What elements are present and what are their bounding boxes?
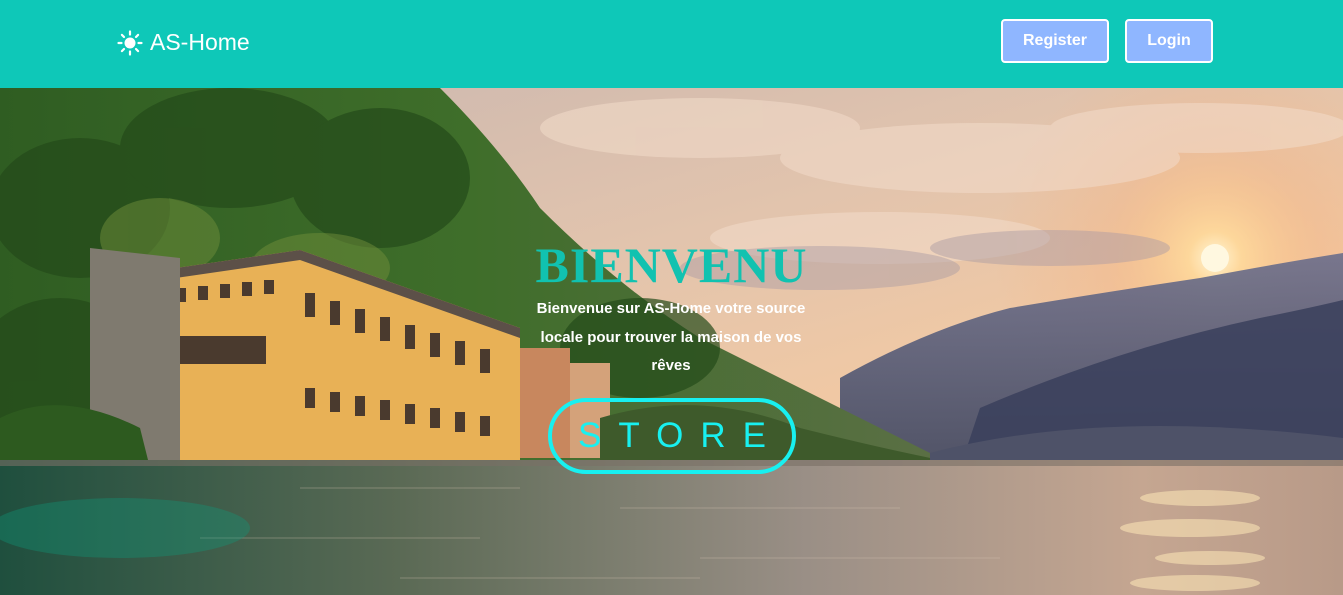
hero-section: BIENVENU Bienvenue sur AS-Home votre sou… bbox=[0, 88, 1343, 595]
login-button[interactable]: Login bbox=[1125, 19, 1213, 63]
navbar: AS-Home Register Login bbox=[0, 0, 1343, 88]
hero-subtitle: Bienvenue sur AS-Home votre source local… bbox=[536, 300, 806, 374]
brand-logo[interactable]: AS-Home bbox=[117, 29, 250, 56]
hero-title: BIENVENU bbox=[535, 237, 808, 293]
register-button[interactable]: Register bbox=[1001, 19, 1109, 63]
sun-icon bbox=[117, 29, 143, 56]
brand-label: AS-Home bbox=[150, 29, 250, 55]
store-button[interactable]: STORE bbox=[548, 398, 796, 474]
